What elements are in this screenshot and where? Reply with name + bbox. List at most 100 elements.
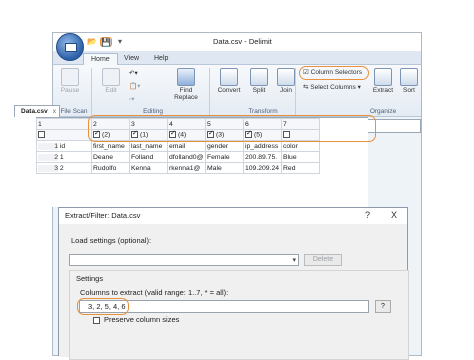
load-settings-combo[interactable]: ▾ (69, 254, 299, 266)
table-row: 3 2 Rudolfo Kenna rkenna1@ Male 109.209.… (36, 162, 320, 174)
cell-text: id (59, 142, 66, 150)
extract-button[interactable]: Extract (369, 68, 397, 94)
split-label: Split (252, 87, 266, 94)
folder-icon[interactable]: 📂 (87, 37, 97, 47)
columns-label: Columns to extract (valid range: 1..7, *… (80, 288, 229, 297)
convert-label: Convert (217, 87, 241, 94)
table-cell[interactable]: Kenna (129, 162, 168, 174)
edit-button[interactable]: Edit (97, 68, 125, 94)
column-selectors-button[interactable]: ☑ Column Selectors (299, 66, 369, 80)
cell-text: 2 (59, 164, 64, 172)
checkbox-icon: ☑ (303, 69, 309, 76)
tab-view[interactable]: View (117, 53, 146, 65)
table-cell[interactable]: ip_address (243, 140, 282, 152)
find-replace-button[interactable]: Find Replace (169, 68, 203, 101)
group-editing: Editing (143, 108, 163, 115)
ribbon-tabs: Home View Help (53, 51, 421, 65)
app-menu-button[interactable] (56, 33, 84, 61)
document-tab-label: Data.csv (21, 108, 48, 115)
table-cell[interactable]: color (281, 140, 320, 152)
divider (295, 68, 296, 116)
column-selectors-highlight (88, 115, 376, 142)
table-cell[interactable]: 200.89.75. (243, 151, 282, 163)
select-columns-label: Select Columns (310, 84, 356, 91)
sort-icon (400, 68, 418, 86)
divider (91, 68, 92, 116)
table-cell[interactable]: first_name (91, 140, 130, 152)
tab-help[interactable]: Help (147, 53, 175, 65)
table-row: 2 1 Deane Folland dfolland0@ Female 200.… (36, 151, 320, 163)
table-cell[interactable]: Deane (91, 151, 130, 163)
delete-button[interactable]: Delete (304, 254, 342, 266)
sort-label: Sort (403, 87, 415, 94)
settings-label: Settings (76, 274, 104, 283)
row-number: 3 (38, 164, 58, 172)
binoculars-icon (177, 68, 195, 86)
column-checkbox[interactable] (38, 131, 45, 139)
table-cell[interactable]: rkenna1@ (167, 162, 206, 174)
convert-button[interactable]: Convert (215, 68, 243, 94)
split-button[interactable]: Split (245, 68, 273, 94)
help-icon[interactable]: ? (365, 210, 370, 220)
dialog-title: Extract/Filter: Data.csv (65, 211, 141, 220)
cell-text: 1 (59, 153, 64, 161)
preserve-sizes-option[interactable]: Preserve column sizes (93, 315, 179, 324)
split-icon (250, 68, 268, 86)
column-selector[interactable] (36, 129, 92, 141)
table-cell[interactable]: 3 2 (36, 162, 92, 174)
table-cell[interactable]: Female (205, 151, 244, 163)
load-settings-label: Load settings (optional): (71, 236, 152, 245)
tab-home[interactable]: Home (83, 53, 118, 65)
group-file-scan: File Scan (60, 108, 88, 115)
table-cell[interactable]: Blue (281, 151, 320, 163)
group-transform: Transform (248, 108, 278, 115)
columns-input-highlight (77, 298, 129, 315)
document-tab[interactable]: Data.csv x (14, 105, 60, 117)
preserve-checkbox[interactable] (93, 316, 100, 324)
spreadsheet-grid: 1 2 3 4 5 6 7 (2) (1) (4) (3) (5) 1 id f… (36, 115, 376, 207)
undo-icon[interactable]: ↶▾ (129, 69, 138, 79)
pause-icon (61, 68, 79, 86)
find-label: Find (179, 87, 193, 94)
close-icon[interactable]: x (53, 106, 56, 117)
columns-help-button[interactable]: ? (375, 300, 391, 313)
table-row: 1 id first_name last_name email gender i… (36, 140, 320, 152)
qat-more-icon[interactable]: ▾ (115, 37, 125, 47)
convert-icon (220, 68, 238, 86)
join-icon (277, 68, 295, 86)
table-cell[interactable]: last_name (129, 140, 168, 152)
table-cell[interactable]: Rudolfo (91, 162, 130, 174)
divider (209, 68, 210, 116)
paste-icon[interactable]: 📋▾ (129, 82, 140, 92)
table-cell[interactable]: Male (205, 162, 244, 174)
title-bar: Data.csv - Delimit 📂 💾 ▾ (53, 33, 421, 51)
table-cell[interactable]: 109.209.24 (243, 162, 282, 174)
row-number: 1 (38, 142, 58, 150)
edit-icon (102, 68, 120, 86)
app-menu-icon (65, 43, 77, 52)
chevron-down-icon: ▾ (292, 257, 296, 264)
save-icon[interactable]: 💾 (100, 37, 112, 47)
column-number: 1 (36, 118, 92, 130)
ribbon: Pause File Scan Edit ↶▾ 📋▾ ▫▾ Find Repla… (53, 65, 421, 117)
table-cell[interactable]: Folland (129, 151, 168, 163)
table-cell[interactable]: gender (205, 140, 244, 152)
replace-label: Replace (174, 94, 198, 101)
extract-label: Extract (372, 87, 394, 94)
edit-label: Edit (105, 87, 117, 94)
row-number: 2 (38, 153, 58, 161)
table-cell[interactable]: Red (281, 162, 320, 174)
table-cell[interactable]: email (167, 140, 206, 152)
sort-button[interactable]: Sort (395, 68, 423, 94)
clipboard-icon[interactable]: ▫▾ (129, 95, 135, 105)
column-selectors-label: Column Selectors (310, 69, 362, 76)
select-columns-button[interactable]: ⇆ Select Columns ▾ (303, 83, 361, 93)
table-cell[interactable]: 1 id (36, 140, 92, 152)
table-cell[interactable]: dfolland0@ (167, 151, 206, 163)
pause-button[interactable]: Pause (56, 68, 84, 94)
group-organize: Organize (369, 108, 397, 115)
join-label: Join (280, 87, 292, 94)
table-cell[interactable]: 2 1 (36, 151, 92, 163)
window-title: Data.csv - Delimit (213, 37, 272, 46)
close-icon[interactable]: X (391, 210, 397, 220)
